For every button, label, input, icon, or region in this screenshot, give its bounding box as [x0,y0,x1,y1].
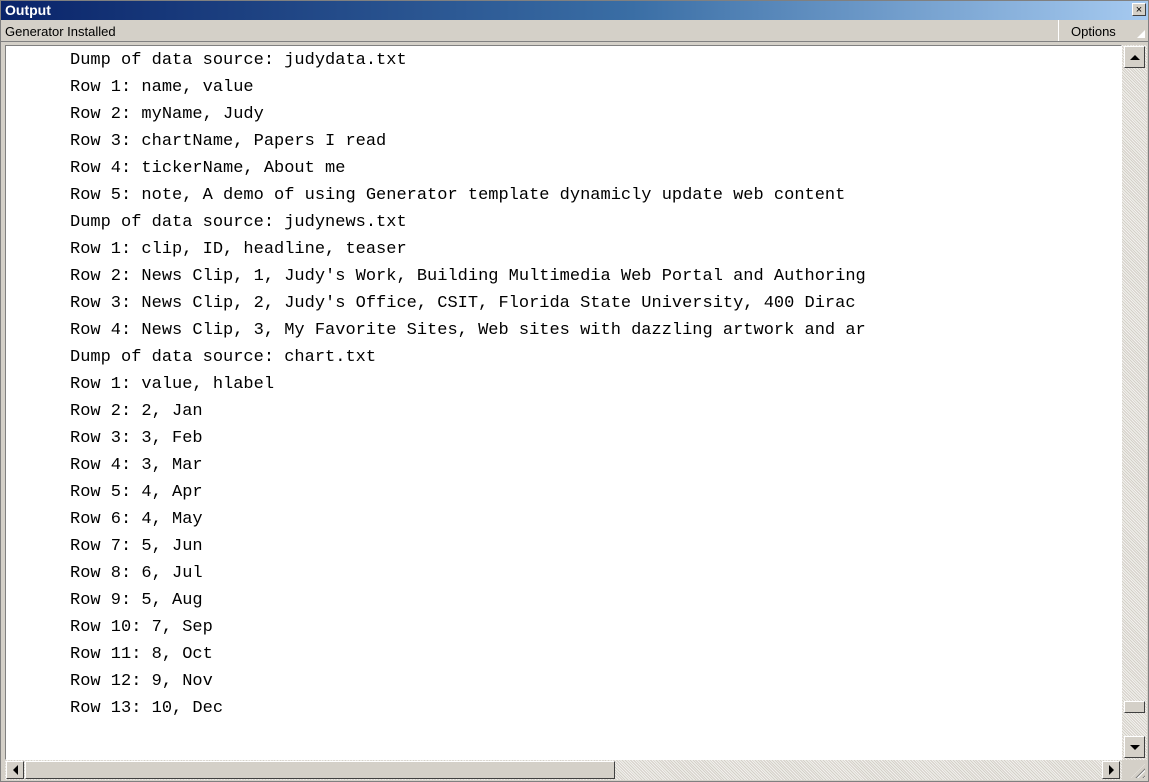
arrow-down-icon [1129,744,1140,750]
output-line: Row 12: 9, Nov [70,672,213,691]
output-line: Row 10: 7, Sep [70,618,213,637]
output-line: Row 3: chartName, Papers I read [70,132,387,151]
output-line: Row 13: 10, Dec [70,699,224,718]
horizontal-scrollbar[interactable] [5,760,1122,780]
output-line: Row 1: name, value [70,78,254,97]
panel-toolbar: Generator Installed Options [1,20,1148,42]
options-label: Options [1071,24,1116,39]
output-line: Row 1: clip, ID, headline, teaser [70,240,407,259]
output-line: Row 8: 6, Jul [70,564,203,583]
status-text: Generator Installed [5,24,116,39]
vertical-scrollbar[interactable] [1122,45,1147,760]
options-button[interactable]: Options [1058,20,1148,41]
output-line: Row 3: 3, Feb [70,429,203,448]
output-line: Row 7: 5, Jun [70,537,203,556]
output-line: Row 5: note, A demo of using Generator t… [70,186,846,205]
scroll-right-button[interactable] [1102,761,1120,779]
output-line: Row 5: 4, Apr [70,483,203,502]
output-lines: Dump of data source: judydata.txt Row 1: … [70,47,866,722]
options-menu-grip-icon [1137,30,1145,38]
horizontal-scroll-thumb[interactable] [25,761,615,779]
output-line: Row 2: myName, Judy [70,105,264,124]
output-line: Row 2: 2, Jan [70,402,203,421]
resize-grip-icon[interactable] [1122,760,1147,780]
scroll-down-button[interactable] [1124,736,1145,758]
output-line: Row 4: tickerName, About me [70,159,346,178]
arrow-up-icon [1129,54,1140,60]
output-line: Row 11: 8, Oct [70,645,213,664]
output-window: Output × Generator Installed Options Dum… [0,0,1149,782]
title-bar[interactable]: Output × [1,1,1148,20]
output-line: Row 2: News Clip, 1, Judy's Work, Buildi… [70,267,866,286]
scroll-up-button[interactable] [1124,46,1145,68]
output-line: Row 4: News Clip, 3, My Favorite Sites, … [70,321,866,340]
output-line: Row 6: 4, May [70,510,203,529]
window-title: Output [5,2,51,18]
arrow-right-icon [1108,765,1114,775]
output-line: Row 1: value, hlabel [70,375,275,394]
output-line: Row 4: 3, Mar [70,456,203,475]
output-line: Row 3: News Clip, 2, Judy's Office, CSIT… [70,294,856,313]
output-line: Dump of data source: judydata.txt [70,51,407,70]
scroll-left-button[interactable] [6,761,24,779]
output-line: Dump of data source: chart.txt [70,348,377,367]
output-line: Row 9: 5, Aug [70,591,203,610]
vertical-scroll-thumb[interactable] [1124,701,1145,713]
close-icon[interactable]: × [1132,3,1146,16]
arrow-left-icon [12,765,18,775]
output-text-area[interactable]: Dump of data source: judydata.txt Row 1: … [5,45,1122,760]
output-line: Dump of data source: judynews.txt [70,213,407,232]
